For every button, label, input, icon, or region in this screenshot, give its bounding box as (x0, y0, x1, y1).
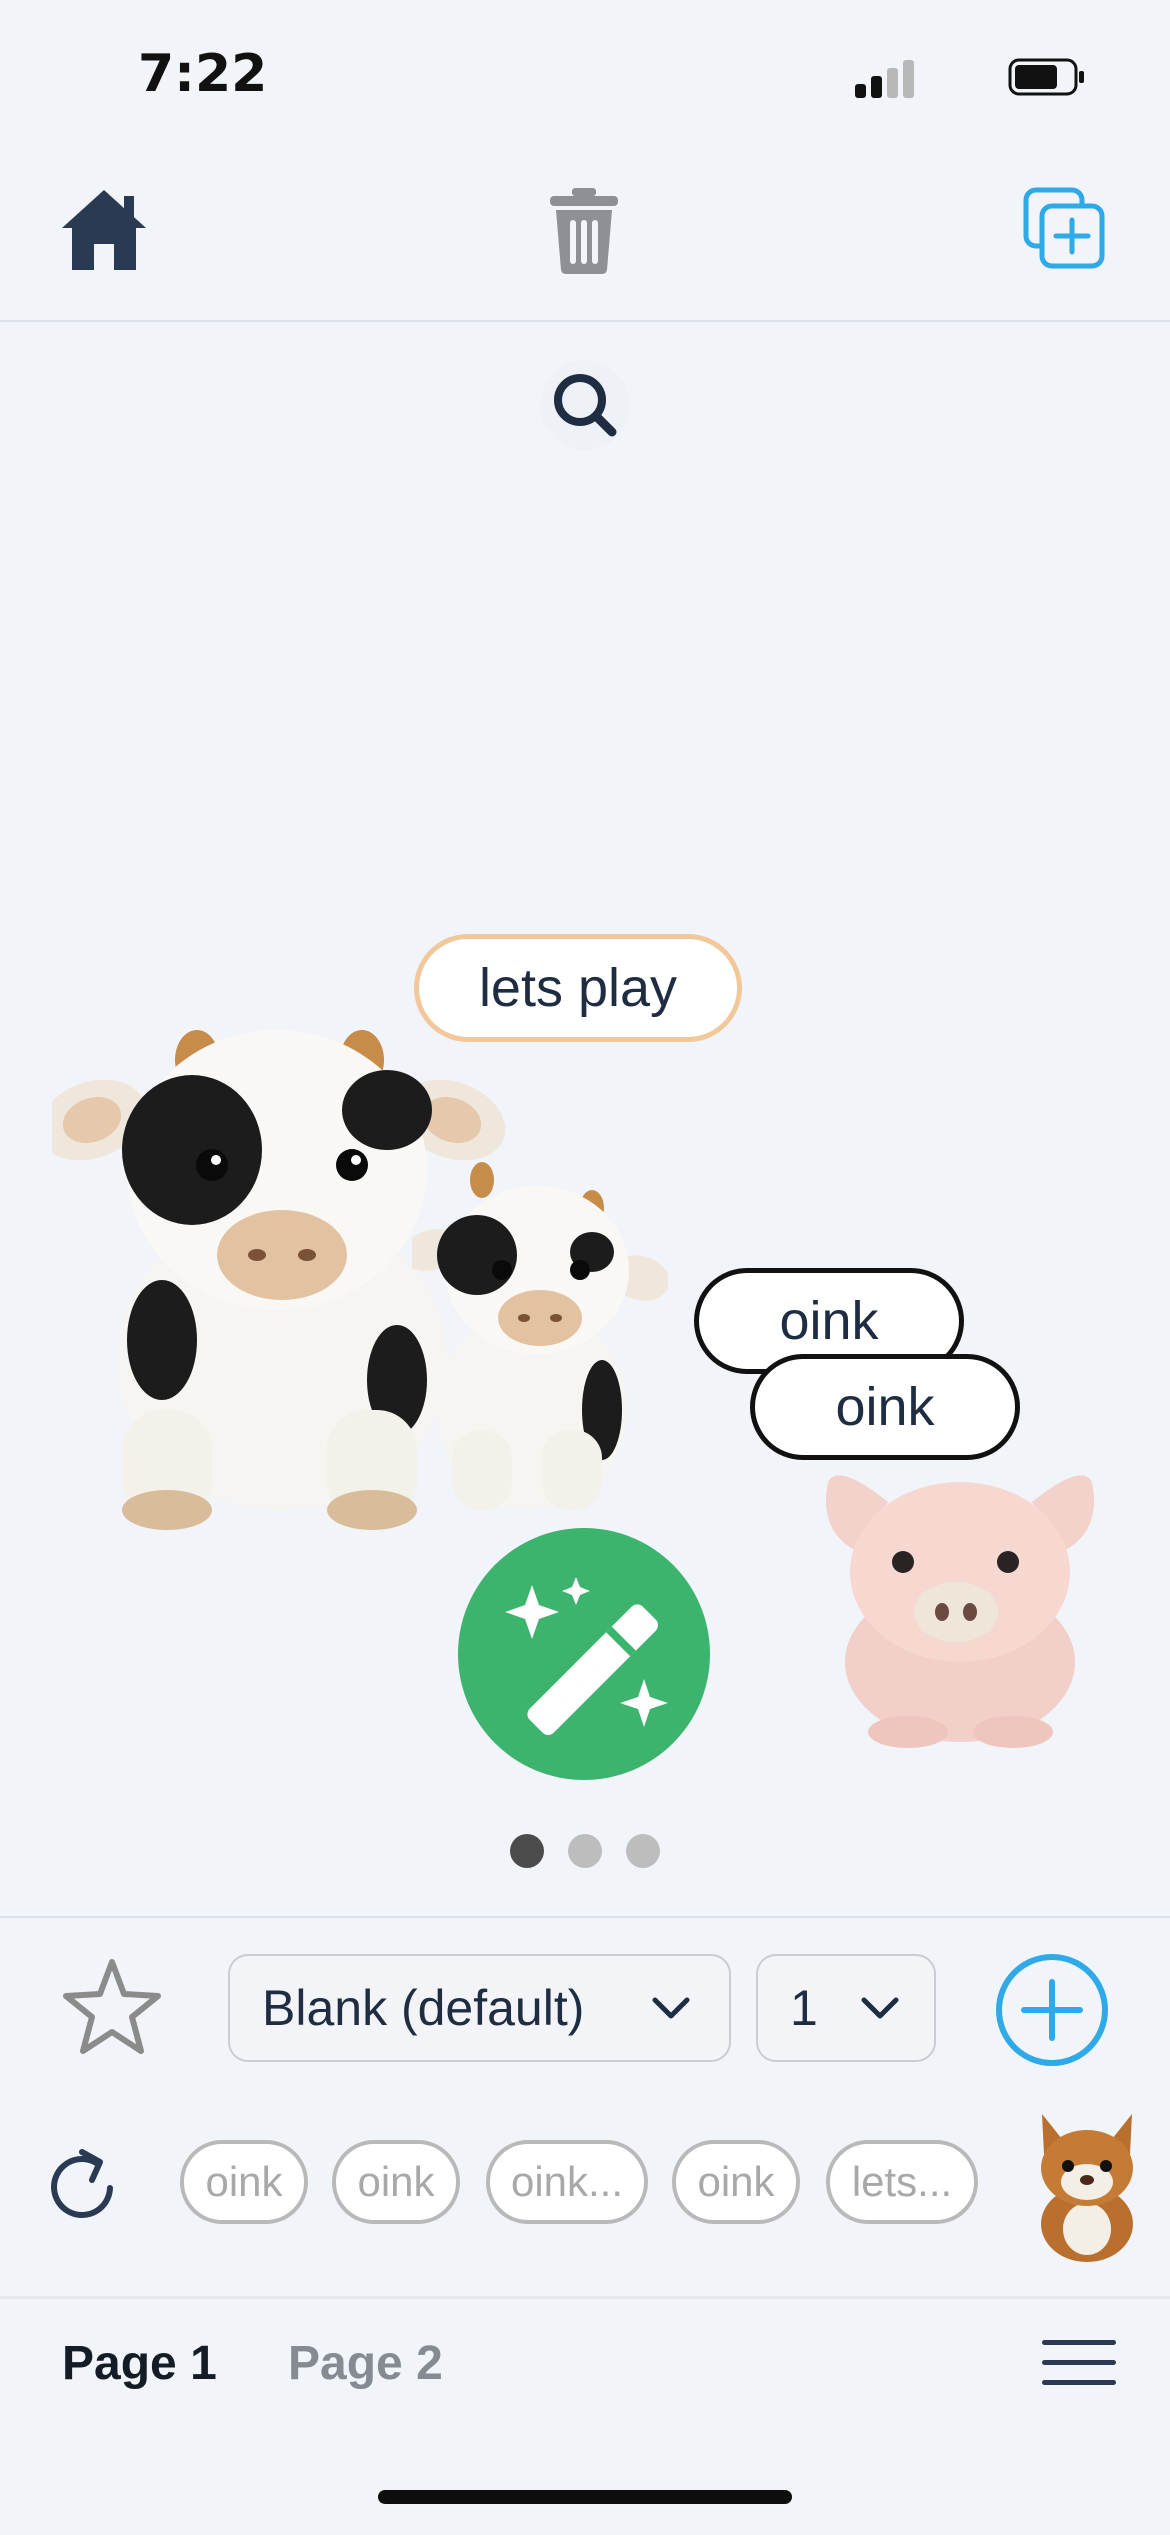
fox-plush-thumbnail[interactable] (1024, 2104, 1150, 2264)
chevron-down-icon (652, 1997, 690, 2019)
phrase-chip[interactable]: oink (180, 2140, 308, 2224)
speech-bubble-text: oink (779, 1291, 879, 1351)
pig-plush-sticker[interactable] (818, 1462, 1102, 1752)
home-button[interactable] (58, 184, 150, 276)
hamburger-menu-icon (1042, 2340, 1116, 2385)
page-dot[interactable] (568, 1834, 602, 1868)
speech-bubble-lets-play[interactable]: lets play (414, 934, 742, 1042)
phrase-chip[interactable]: oink (672, 2140, 800, 2224)
top-toolbar (0, 150, 1170, 322)
chevron-down-icon (861, 1997, 899, 2019)
tab-page-1[interactable]: Page 1 (62, 2336, 217, 2391)
signal-icon (855, 58, 915, 98)
count-select[interactable]: 1 (756, 1954, 936, 2062)
battery-icon (1008, 58, 1084, 96)
phrase-chip[interactable]: oink (332, 2140, 460, 2224)
speech-bubble-oink[interactable]: oink (750, 1354, 1020, 1460)
delete-button[interactable] (546, 184, 622, 276)
duplicate-plus-icon (1023, 187, 1105, 269)
refresh-icon (51, 2149, 113, 2218)
template-select[interactable]: Blank (default) (228, 1954, 731, 2062)
star-icon (63, 1959, 161, 2054)
trash-icon (550, 188, 618, 274)
phrase-chip[interactable]: lets... (826, 2140, 978, 2224)
search-button[interactable] (540, 360, 630, 450)
page-dot[interactable] (626, 1834, 660, 1868)
home-icon (62, 190, 146, 270)
add-sticker-button[interactable] (994, 1952, 1110, 2068)
search-icon (554, 374, 617, 437)
speech-bubble-text: lets play (478, 958, 678, 1018)
menu-button[interactable] (1042, 2338, 1116, 2388)
phrase-chip[interactable]: oink... (486, 2140, 648, 2224)
page-dot-active[interactable] (510, 1834, 544, 1868)
page-indicator (510, 1834, 660, 1868)
plus-circle-icon (996, 1954, 1108, 2066)
speech-bubble-text: oink (835, 1377, 935, 1437)
tab-page-2[interactable]: Page 2 (288, 2336, 443, 2391)
add-page-button[interactable] (1022, 186, 1108, 272)
magic-wand-button[interactable] (458, 1528, 710, 1780)
magic-wand-icon (505, 1577, 668, 1735)
home-indicator (378, 2490, 792, 2504)
refresh-button[interactable] (44, 2140, 120, 2224)
count-select-value: 1 (790, 1980, 818, 2036)
small-cow-plush-sticker[interactable] (412, 1160, 668, 1520)
favorite-button[interactable] (60, 1956, 164, 2060)
template-select-value: Blank (default) (262, 1980, 585, 2036)
status-time: 7:22 (138, 44, 268, 104)
